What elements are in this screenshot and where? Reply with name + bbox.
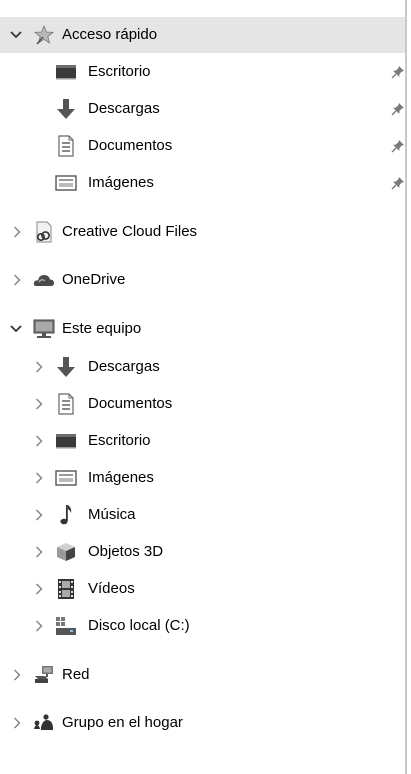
drive-icon <box>55 615 77 637</box>
nav-item-quick-escritorio[interactable]: Escritorio <box>0 54 405 90</box>
chevron-right-icon[interactable] <box>10 273 24 287</box>
nav-item-this-pc[interactable]: Este equipo <box>0 311 405 347</box>
nav-item-label: Descargas <box>88 358 160 375</box>
pictures-icon <box>55 172 77 194</box>
download-arrow-icon <box>55 356 77 378</box>
nav-item-pc-disco-local[interactable]: Disco local (C:) <box>0 608 405 644</box>
chevron-down-icon[interactable] <box>9 28 23 42</box>
nav-item-label: Escritorio <box>88 63 151 80</box>
cube-3d-icon <box>55 541 77 563</box>
chevron-right-icon[interactable] <box>32 545 46 559</box>
chevron-right-icon[interactable] <box>32 434 46 448</box>
nav-item-label: Creative Cloud Files <box>62 223 198 240</box>
chevron-right-icon[interactable] <box>32 582 46 596</box>
star-pin-icon <box>33 24 55 46</box>
pictures-icon <box>55 467 77 489</box>
nav-item-label: Vídeos <box>88 580 135 597</box>
nav-item-label: Este equipo <box>62 320 142 337</box>
nav-item-creative-cloud[interactable]: Creative Cloud Files <box>0 214 405 250</box>
creative-cloud-icon <box>33 221 55 243</box>
film-icon <box>55 578 77 600</box>
music-note-icon <box>55 504 77 526</box>
nav-item-quick-descargas[interactable]: Descargas <box>0 91 405 127</box>
nav-item-pc-documentos[interactable]: Documentos <box>0 386 405 422</box>
nav-item-label: Disco local (C:) <box>88 617 190 634</box>
nav-item-pc-musica[interactable]: Música <box>0 497 405 533</box>
network-icon <box>33 664 55 686</box>
nav-item-quick-documentos[interactable]: Documentos <box>0 128 405 164</box>
chevron-right-icon[interactable] <box>32 471 46 485</box>
document-icon <box>55 135 77 157</box>
chevron-right-icon[interactable] <box>10 716 24 730</box>
nav-item-label: Documentos <box>88 137 173 154</box>
chevron-right-icon[interactable] <box>32 508 46 522</box>
document-icon <box>55 393 77 415</box>
nav-item-pc-imagenes[interactable]: Imágenes <box>0 460 405 496</box>
pin-icon <box>390 175 406 191</box>
nav-item-pc-objetos3d[interactable]: Objetos 3D <box>0 534 405 570</box>
nav-item-label: Escritorio <box>88 432 151 449</box>
nav-item-pc-escritorio[interactable]: Escritorio <box>0 423 405 459</box>
nav-item-label: Grupo en el hogar <box>62 714 183 731</box>
download-arrow-icon <box>55 98 77 120</box>
nav-item-label: Imágenes <box>88 174 154 191</box>
nav-item-label: Descargas <box>88 100 160 117</box>
pin-icon <box>390 101 406 117</box>
nav-item-pc-descargas[interactable]: Descargas <box>0 349 405 385</box>
pane-divider[interactable] <box>405 0 407 774</box>
homegroup-icon <box>33 712 55 734</box>
nav-item-label: Acceso rápido <box>62 26 158 43</box>
nav-item-label: Música <box>88 506 136 523</box>
chevron-right-icon[interactable] <box>32 619 46 633</box>
nav-item-quick-imagenes[interactable]: Imágenes <box>0 165 405 201</box>
pin-icon <box>390 138 406 154</box>
nav-item-onedrive[interactable]: OneDrive <box>0 262 405 298</box>
nav-item-homegroup[interactable]: Grupo en el hogar <box>0 705 405 741</box>
nav-item-pc-videos[interactable]: Vídeos <box>0 571 405 607</box>
chevron-right-icon[interactable] <box>10 668 24 682</box>
desktop-icon <box>55 430 77 452</box>
nav-item-quick-access[interactable]: Acceso rápido <box>0 17 405 53</box>
computer-icon <box>33 318 55 340</box>
chevron-right-icon[interactable] <box>10 225 24 239</box>
nav-item-network[interactable]: Red <box>0 657 405 693</box>
cloud-icon <box>33 269 55 291</box>
nav-item-label: Documentos <box>88 395 173 412</box>
chevron-right-icon[interactable] <box>32 397 46 411</box>
chevron-down-icon[interactable] <box>9 322 23 336</box>
nav-item-label: Red <box>62 666 90 683</box>
pin-icon <box>390 64 406 80</box>
navigation-pane: Acceso rápido Escritorio Descargas Docum… <box>0 0 405 774</box>
chevron-right-icon[interactable] <box>32 360 46 374</box>
desktop-icon <box>55 61 77 83</box>
nav-item-label: Objetos 3D <box>88 543 164 560</box>
nav-item-label: Imágenes <box>88 469 154 486</box>
nav-item-label: OneDrive <box>62 271 126 288</box>
